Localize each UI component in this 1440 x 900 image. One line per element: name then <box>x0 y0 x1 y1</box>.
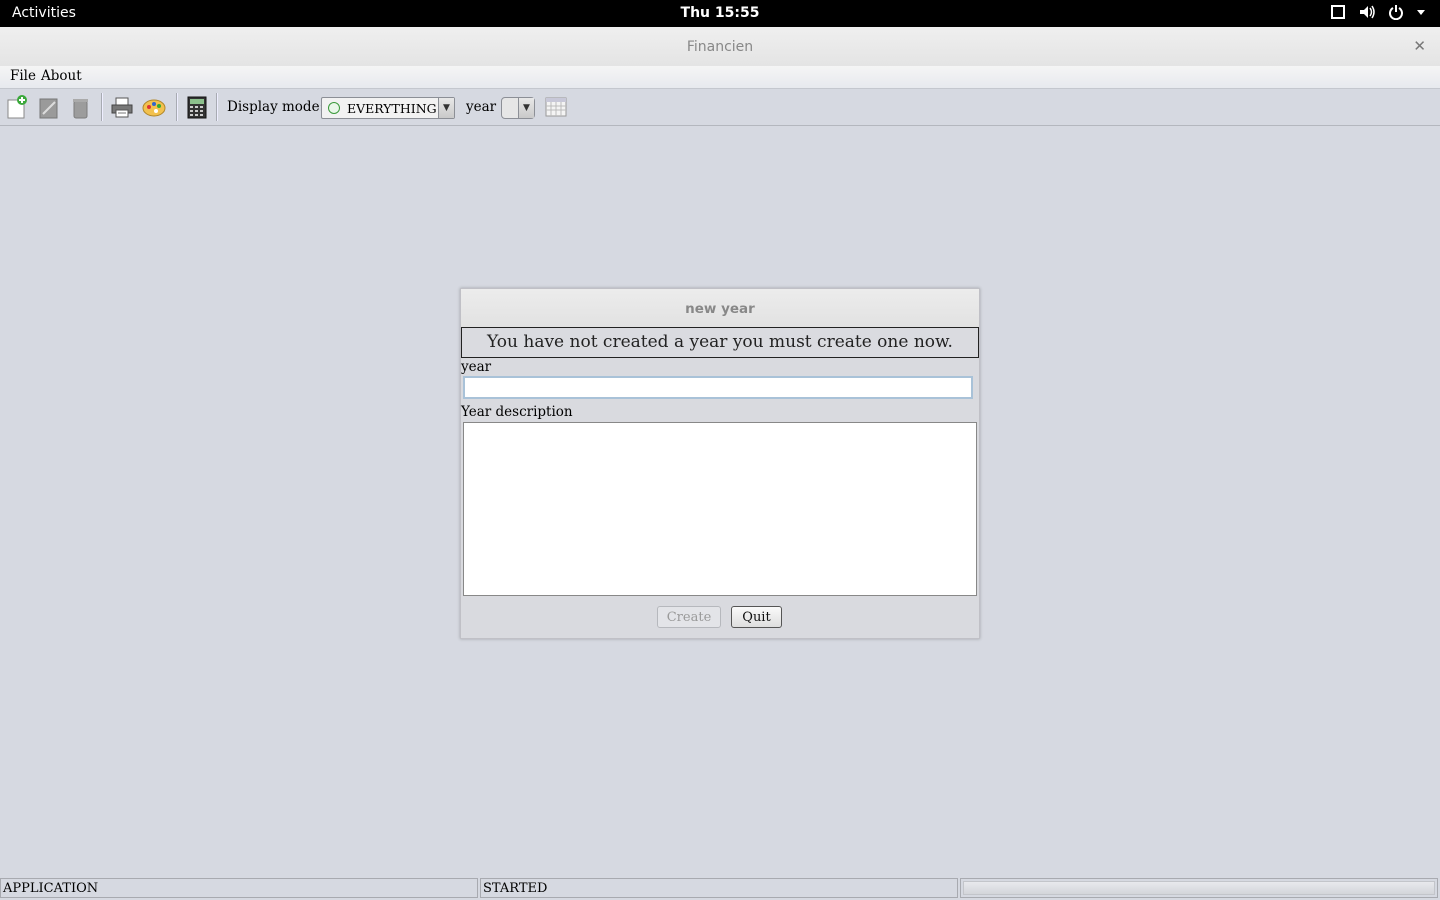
menubar: File About <box>0 66 1440 88</box>
status-progress <box>960 878 1438 898</box>
toolbar: Display mode: EVERYTHING ▼ year ▼ <box>0 88 1440 126</box>
toolbar-separator <box>176 93 178 121</box>
calendar-icon[interactable] <box>545 97 567 117</box>
display-mode-value: EVERYTHING <box>347 101 437 116</box>
menu-file[interactable]: File <box>10 68 36 84</box>
year-field-label: year <box>461 359 492 375</box>
status-bar: APPLICATION STARTED <box>0 876 1440 900</box>
year-description-label: Year description <box>461 404 573 420</box>
clock-container: Thu 15:55 <box>0 5 1440 21</box>
trash-icon[interactable] <box>69 95 93 119</box>
window-title: Financien <box>686 39 754 55</box>
activities-button[interactable]: Activities <box>12 5 76 21</box>
close-icon[interactable]: ✕ <box>1413 37 1426 55</box>
progress-bar <box>963 881 1435 895</box>
toolbar-separator <box>216 93 218 121</box>
chevron-down-icon[interactable]: ▼ <box>438 98 454 118</box>
dialog-title[interactable]: new year <box>461 289 979 328</box>
year-description-textarea[interactable] <box>463 422 977 596</box>
quit-button[interactable]: Quit <box>731 606 782 628</box>
create-button[interactable]: Create <box>657 606 721 628</box>
volume-icon[interactable] <box>1358 4 1376 20</box>
year-select[interactable]: ▼ <box>501 97 535 119</box>
chevron-down-icon[interactable] <box>1416 4 1426 20</box>
status-state: STARTED <box>480 878 958 898</box>
power-icon[interactable] <box>1388 4 1404 20</box>
chevron-down-icon[interactable]: ▼ <box>518 98 534 118</box>
status-application: APPLICATION <box>0 878 478 898</box>
edit-icon[interactable] <box>37 95 61 119</box>
display-mode-select[interactable]: EVERYTHING ▼ <box>321 97 455 119</box>
print-icon[interactable] <box>110 95 134 119</box>
clock[interactable]: Thu 15:55 <box>681 5 760 21</box>
system-tray <box>1330 4 1426 20</box>
year-input[interactable] <box>463 376 973 399</box>
dialog-message: You have not created a year you must cre… <box>461 327 979 358</box>
system-top-bar: Activities Thu 15:55 <box>0 0 1440 27</box>
window-titlebar[interactable]: Financien ✕ <box>0 27 1440 67</box>
palette-icon[interactable] <box>142 95 166 119</box>
new-year-dialog: new year You have not created a year you… <box>460 288 980 639</box>
display-mode-label: Display mode: <box>227 99 325 115</box>
calculator-icon[interactable] <box>185 95 209 119</box>
circle-icon <box>328 102 340 114</box>
menu-about[interactable]: About <box>41 68 82 84</box>
toolbar-separator <box>101 93 103 121</box>
window-icon[interactable] <box>1330 4 1346 20</box>
year-label: year <box>466 99 497 115</box>
new-document-icon[interactable] <box>5 95 29 119</box>
